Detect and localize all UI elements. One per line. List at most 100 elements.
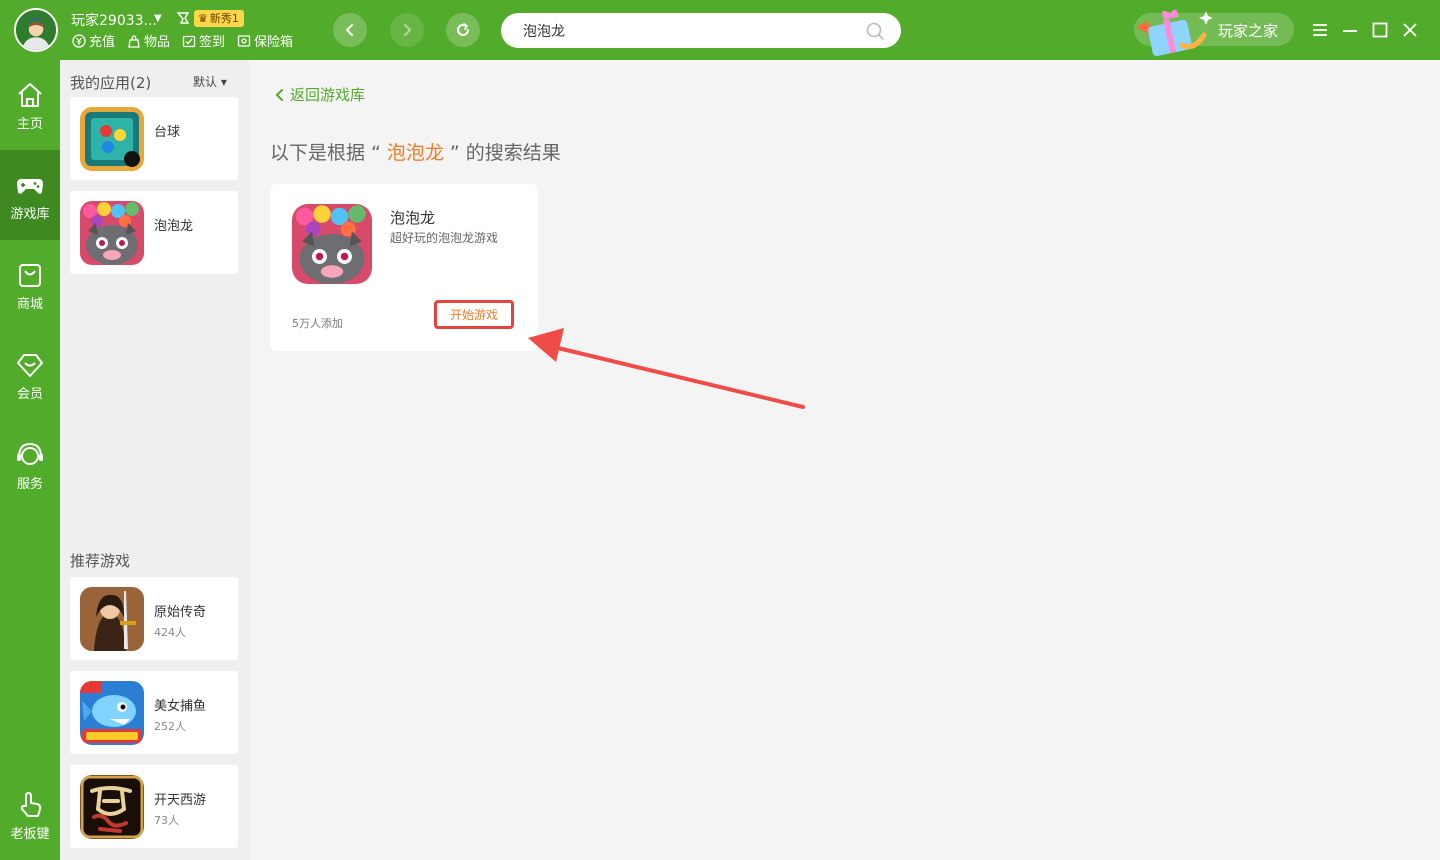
avatar[interactable] (14, 8, 58, 52)
annotation-arrow-icon (528, 328, 805, 409)
shopping-bag-icon (19, 264, 41, 287)
result-game-title: 泡泡龙 (390, 209, 436, 227)
player-home-label: 玩家之家 (1218, 22, 1279, 40)
menu-button[interactable] (1310, 20, 1330, 40)
app-name: 泡泡龙 (154, 219, 194, 234)
sidebar-item-game-library[interactable]: 游戏库 (0, 150, 60, 240)
sidebar-item-label: 商城 (16, 297, 43, 312)
game-name: 原始传奇 (154, 605, 207, 620)
username[interactable]: 玩家29033... (71, 10, 157, 30)
recommended-game-card[interactable]: 原始传奇 424人 (70, 577, 238, 660)
chevron-right-icon (404, 24, 412, 36)
vip-level-icon[interactable] (175, 10, 191, 26)
sidebar-item-service[interactable]: 服务 (0, 420, 60, 510)
sidebar-item-boss-key[interactable]: 老板键 (0, 770, 60, 860)
chevron-left-icon (345, 24, 353, 36)
home-icon (18, 83, 42, 107)
sidebar-item-label: 服务 (16, 477, 43, 492)
player-home-button[interactable]: 玩家之家 (1134, 9, 1294, 57)
hand-pointer-icon (20, 792, 42, 817)
game-name: 开天西游 (154, 793, 207, 808)
app-name: 台球 (154, 125, 181, 140)
checkin-link[interactable]: 签到 (182, 31, 225, 50)
diamond-icon (17, 354, 43, 377)
back-to-library-link[interactable]: 返回游戏库 (274, 84, 365, 105)
forward-button[interactable] (390, 13, 424, 47)
recommended-title: 推荐游戏 (70, 552, 131, 570)
player-count: 424人 (154, 626, 186, 639)
search-result-card[interactable]: 泡泡龙 超好玩的泡泡龙游戏 5万人添加 开始游戏 (270, 184, 538, 351)
maximize-icon (1372, 22, 1388, 38)
refresh-button[interactable] (446, 13, 480, 47)
sidebar-item-label: 游戏库 (10, 207, 50, 222)
player-count: 73人 (154, 814, 179, 827)
sidebar: 主页 游戏库 商城 会员 服务 老板键 (0, 60, 60, 860)
journey-west-game-icon (80, 775, 144, 839)
close-icon (1403, 23, 1417, 37)
heading-prefix: 以下是根据 “ (270, 142, 381, 164)
search-result-heading: 以下是根据 “泡泡龙” 的搜索结果 (270, 138, 561, 165)
heading-suffix: ” 的搜索结果 (449, 142, 561, 164)
minimize-icon (1343, 30, 1357, 32)
sort-label: 默认 (193, 75, 218, 89)
gamepad-icon (17, 179, 43, 194)
fishing-game-icon (80, 681, 144, 745)
recommended-game-card[interactable]: 开天西游 73人 (70, 765, 238, 848)
checkin-icon (182, 35, 196, 47)
search-icon[interactable] (865, 21, 885, 41)
sidebar-item-store[interactable]: 商城 (0, 240, 60, 330)
sidebar-item-label: 老板键 (10, 827, 50, 842)
my-apps-title: 我的应用(2) (70, 74, 152, 92)
start-game-button[interactable]: 开始游戏 (434, 300, 514, 329)
search-input[interactable] (523, 13, 843, 48)
gift-box-icon (1136, 9, 1212, 57)
yuan-coin-icon (72, 33, 86, 48)
main-content: 返回游戏库 以下是根据 “泡泡龙” 的搜索结果 泡泡龙 超好玩的泡泡龙游戏 5万… (250, 60, 1440, 860)
checkin-label: 签到 (199, 35, 226, 50)
primal-legend-game-icon (80, 587, 144, 651)
sidebar-item-home[interactable]: 主页 (0, 60, 60, 150)
chevron-left-icon (275, 88, 283, 101)
caret-down-icon: ▾ (217, 75, 227, 89)
result-added-count: 5万人添加 (292, 317, 343, 330)
level-badge[interactable]: ♛ 新秀1 (194, 10, 244, 27)
bubble-dragon-game-icon (292, 204, 372, 284)
bubble-dragon-game-icon (80, 201, 144, 265)
sort-dropdown[interactable]: 默认 ▾ (193, 73, 227, 90)
sidebar-item-label: 主页 (16, 117, 43, 132)
avatar-image-icon (16, 10, 56, 50)
close-button[interactable] (1400, 20, 1420, 40)
crown-icon: ♛ (198, 12, 208, 25)
back-button[interactable] (333, 13, 367, 47)
quick-links: 充值 物品 签到 保险箱 (72, 31, 293, 50)
bag-icon (128, 34, 140, 48)
menu-icon (1313, 24, 1327, 36)
items-label: 物品 (144, 35, 171, 50)
headset-icon (17, 442, 43, 465)
sidebar-item-membership[interactable]: 会员 (0, 330, 60, 420)
safe-box-label: 保险箱 (254, 35, 294, 50)
recommended-game-card[interactable]: 美女捕鱼 252人 (70, 671, 238, 754)
safe-box-icon (237, 34, 251, 47)
back-to-library-label: 返回游戏库 (290, 86, 366, 104)
game-name: 美女捕鱼 (154, 699, 207, 714)
recharge-label: 充值 (89, 35, 116, 50)
billiards-game-icon (80, 107, 144, 171)
search-box (501, 13, 901, 48)
my-app-card[interactable]: 台球 (70, 97, 238, 180)
heading-keyword: 泡泡龙 (386, 142, 444, 164)
safe-box-link[interactable]: 保险箱 (237, 31, 293, 50)
chevron-down-icon[interactable]: ▼ (154, 13, 162, 24)
sidebar-item-label: 会员 (16, 387, 43, 402)
minimize-button[interactable] (1340, 20, 1360, 40)
maximize-button[interactable] (1370, 20, 1390, 40)
recharge-link[interactable]: 充值 (72, 31, 115, 50)
my-apps-panel: 我的应用(2) 默认 ▾ 台球 泡泡龙 推荐游戏 原始传奇 424人 美女捕鱼 … (60, 60, 250, 860)
result-game-description: 超好玩的泡泡龙游戏 (390, 231, 499, 245)
items-link[interactable]: 物品 (127, 31, 170, 50)
level-badge-label: 新秀1 (209, 12, 239, 25)
my-app-card[interactable]: 泡泡龙 (70, 191, 238, 274)
player-count: 252人 (154, 720, 186, 733)
refresh-icon (457, 23, 469, 36)
top-bar: 玩家29033... ▼ ♛ 新秀1 充值 物品 签到 保险箱 泡泡龙 玩家之家 (0, 0, 1440, 60)
